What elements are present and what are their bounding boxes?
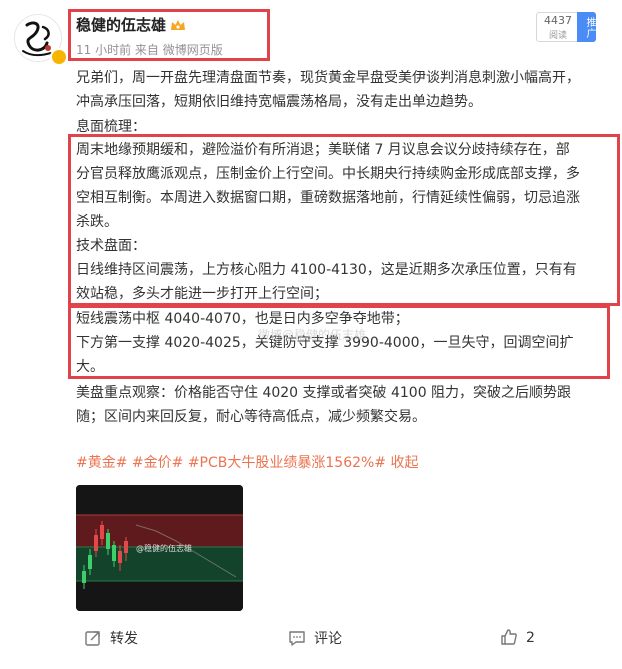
vip-crown-icon	[171, 20, 186, 30]
post-timestamp[interactable]: 11 小时前	[76, 43, 131, 57]
repost-label: 转发	[110, 631, 138, 647]
body-line: 技术盘面：	[76, 238, 146, 254]
post-meta: 11 小时前 来自 微博网页版	[76, 41, 223, 58]
comment-label: 评论	[314, 631, 342, 647]
body-line: 分官员释放鹰派观点，压制金价上行空间。中长期央行持续购金形成底部支撑，多	[76, 166, 580, 182]
topic-tags: #黄金# #金价# #PCB大牛股业绩暴涨1562%# 收起	[76, 452, 419, 472]
body-line: 空相互制衡。本周进入数据窗口期，重磅数据落地前，行情延续性偏弱，切忌追涨	[76, 190, 580, 206]
like-count: 2	[526, 630, 535, 646]
share-icon	[85, 631, 100, 646]
collapse-link[interactable]: 收起	[391, 455, 419, 471]
post-image-thumbnail[interactable]: @稳健的伍志雄	[76, 485, 243, 611]
read-count-unit: 阅读	[548, 31, 567, 41]
like-button[interactable]: 2	[500, 628, 535, 646]
body-line: 美盘重点观察：价格能否守住 4020 支撑或者突破 4100 阻力，突破之后顺势…	[76, 385, 572, 401]
body-line: 周末地缘预期缓和，避险溢价有所消退；美联储 7 月议息会议分歧持续存在，部	[76, 142, 570, 158]
comment-button[interactable]: 评论	[288, 628, 342, 648]
promote-button[interactable]: 推广	[577, 12, 596, 42]
candlestick-chart-image: @稳健的伍志雄	[76, 485, 243, 611]
body-line: 大。	[76, 359, 104, 375]
post-source: 来自 微博网页版	[134, 43, 223, 57]
body-line: 冲高承压回落，短期依旧维持宽幅震荡格局，没有走出单边趋势。	[76, 94, 482, 110]
thumbs-up-icon	[501, 629, 517, 645]
body-line: 日线维持区间震荡，上方核心阻力 4100-4130，这是近期多次承压位置，只有有	[76, 262, 577, 278]
body-line: 杀跌。	[76, 214, 118, 230]
watermark-text: 微博@稳健的伍志雄	[258, 328, 367, 342]
thumbnail-caption: @稳健的伍志雄	[136, 543, 192, 553]
topic-tags-link[interactable]: #黄金# #金价# #PCB大牛股业绩暴涨1562%#	[76, 455, 386, 471]
body-line: 效站稳，多头才能进一步打开上行空间；	[76, 286, 328, 302]
comment-icon	[289, 631, 305, 646]
repost-button[interactable]: 转发	[84, 628, 138, 648]
read-count: 4437	[544, 14, 572, 27]
body-line: 兄弟们，周一开盘先理清盘面节奏，现货黄金早盘受美伊谈判消息刺激小幅高开，	[76, 70, 580, 86]
author-name[interactable]: 稳健的伍志雄	[76, 14, 186, 35]
body-line: 随；区间内来回反复，耐心等待高低点，减少频繁交易。	[76, 409, 426, 425]
verified-badge-icon	[50, 48, 68, 66]
